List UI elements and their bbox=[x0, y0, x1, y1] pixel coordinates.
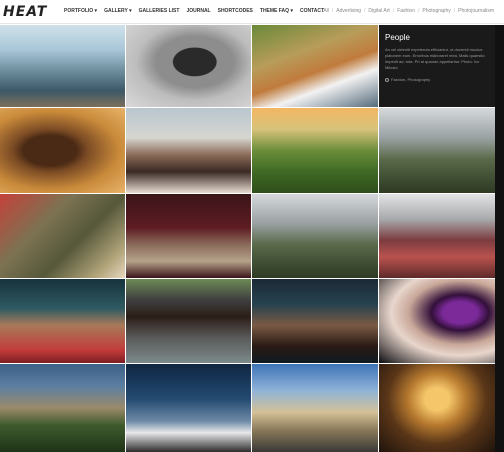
lighthouse-image bbox=[126, 364, 251, 452]
glasses-man-photo[interactable] bbox=[0, 279, 125, 363]
featured-title: People bbox=[385, 33, 410, 42]
tag-icon bbox=[385, 77, 389, 82]
nav-theme-faq[interactable]: THEME FAQ ▾ bbox=[260, 8, 293, 14]
filter-separator: / bbox=[453, 8, 456, 14]
guitar-image bbox=[252, 25, 378, 107]
redhead-photo[interactable] bbox=[379, 194, 495, 278]
orchid-woman-photo[interactable] bbox=[379, 279, 495, 363]
featured-tags-text[interactable]: Fashion, Photography bbox=[391, 77, 430, 82]
nav-portfolio[interactable]: PORTFOLIO ▾ bbox=[64, 8, 97, 14]
featured-tags: Fashion, Photography bbox=[385, 77, 489, 82]
old-man-city-photo[interactable] bbox=[379, 108, 495, 193]
road-photo[interactable] bbox=[252, 364, 378, 452]
filter-separator: / bbox=[331, 8, 334, 14]
suited-man-photo[interactable] bbox=[252, 194, 378, 278]
woman-red-curtain-image bbox=[126, 194, 251, 278]
filter-photojournalism[interactable]: Photojournalism bbox=[458, 8, 494, 14]
horse-photo[interactable] bbox=[0, 108, 125, 193]
filter-all[interactable]: All bbox=[323, 8, 329, 14]
filter-photography[interactable]: Photography bbox=[422, 8, 450, 14]
nav-galleries-list[interactable]: GALLERIES LIST bbox=[139, 8, 180, 14]
mountains-image bbox=[0, 364, 125, 452]
suited-man-image bbox=[252, 194, 378, 278]
main-nav: PORTFOLIO ▾ GALLERY ▾ GALLERIES LIST JOU… bbox=[64, 8, 324, 14]
featured-info-panel[interactable]: People An vel deleniti expetenda efficia… bbox=[379, 25, 495, 107]
old-man-hat-photo[interactable] bbox=[126, 279, 251, 363]
old-man-city-image bbox=[379, 108, 495, 193]
sunglasses-image bbox=[126, 108, 251, 193]
lighthouse-photo[interactable] bbox=[126, 364, 251, 452]
road-image bbox=[252, 364, 378, 452]
hills-image bbox=[252, 108, 378, 193]
soldiers-photo[interactable] bbox=[0, 194, 125, 278]
filter-digital-art[interactable]: Digital Art bbox=[368, 8, 389, 14]
filter-advertising[interactable]: Advertising bbox=[336, 8, 361, 14]
glasses-man-image bbox=[0, 279, 125, 363]
church-photo[interactable] bbox=[379, 364, 495, 452]
church-image bbox=[379, 364, 495, 452]
category-filters: All / Advertising / Digital Art / Fashio… bbox=[323, 8, 494, 14]
bearded-man-photo[interactable] bbox=[252, 279, 378, 363]
nav-journal[interactable]: JOURNAL bbox=[186, 8, 210, 14]
old-man-hat-image bbox=[126, 279, 251, 363]
horse-image bbox=[0, 108, 125, 193]
woman-bw-image bbox=[126, 25, 251, 107]
soldiers-image bbox=[0, 194, 125, 278]
harbor-image bbox=[0, 25, 125, 107]
harbor-photo[interactable] bbox=[0, 25, 125, 107]
filter-fashion[interactable]: Fashion bbox=[397, 8, 415, 14]
site-header: HEAT PORTFOLIO ▾ GALLERY ▾ GALLERIES LIS… bbox=[0, 0, 504, 24]
site-logo[interactable]: HEAT bbox=[3, 4, 47, 20]
nav-contact[interactable]: CONTACT bbox=[300, 8, 324, 14]
filter-separator: / bbox=[392, 8, 395, 14]
guitar-photo[interactable] bbox=[252, 25, 378, 107]
filter-separator: / bbox=[418, 8, 420, 14]
nav-gallery[interactable]: GALLERY ▾ bbox=[104, 8, 132, 14]
redhead-image bbox=[379, 194, 495, 278]
grid-edge-strip bbox=[495, 25, 504, 452]
woman-bw-photo[interactable] bbox=[126, 25, 251, 107]
mountains-photo[interactable] bbox=[0, 364, 125, 452]
filter-separator: / bbox=[364, 8, 366, 14]
sunglasses-photo[interactable] bbox=[126, 108, 251, 193]
hills-photo[interactable] bbox=[252, 108, 378, 193]
nav-shortcodes[interactable]: SHORTCODES bbox=[218, 8, 253, 14]
featured-description: An vel deleniti expetenda efficiantur, u… bbox=[385, 47, 485, 70]
woman-red-curtain-photo[interactable] bbox=[126, 194, 251, 278]
orchid-woman-image bbox=[379, 279, 495, 363]
bearded-man-image bbox=[252, 279, 378, 363]
